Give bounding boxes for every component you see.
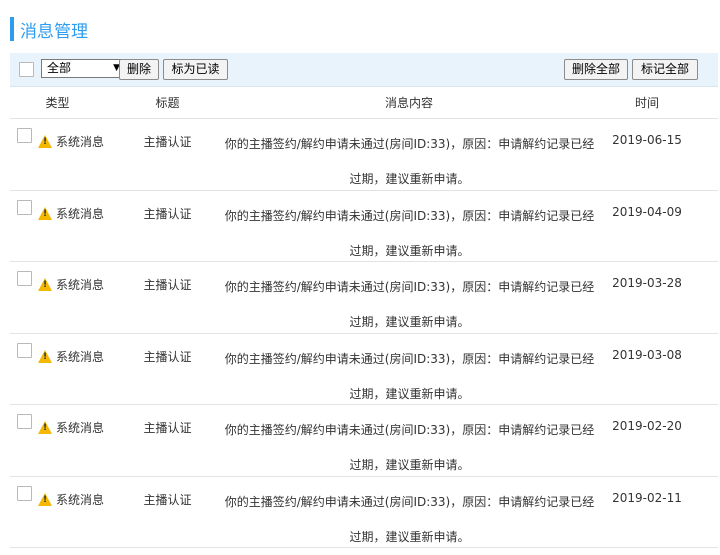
row-time: 2019-03-28: [612, 276, 682, 290]
row-time: 2019-04-09: [612, 204, 682, 219]
row-title: 主播认证: [143, 135, 192, 149]
row-type: 系统消息: [56, 206, 105, 221]
column-header-time: 时间: [634, 96, 659, 110]
filter-select-value: 全部: [47, 61, 72, 75]
table-row: ! 系统消息 主播认证 你的主播签约/解约申请未通过(房间ID:33)，原因：申…: [10, 334, 718, 405]
filter-select[interactable]: 全部 ▼: [41, 59, 125, 78]
delete-all-button[interactable]: 删除全部: [564, 59, 628, 80]
row-type: 系统消息: [56, 278, 105, 292]
warning-icon: !: [38, 421, 52, 434]
row-checkbox[interactable]: [17, 414, 32, 429]
row-title: 主播认证: [143, 421, 192, 435]
row-content: 你的主播签约/解约申请未通过(房间ID:33)，原因：申请解约记录已经过期，建议…: [224, 280, 595, 329]
title-accent-bar: [10, 17, 14, 41]
table-header: 类型 标题 消息内容 时间: [10, 87, 718, 119]
message-list: ! 系统消息 主播认证 你的主播签约/解约申请未通过(房间ID:33)，原因：申…: [10, 119, 718, 548]
table-row: ! 系统消息 主播认证 你的主播签约/解约申请未通过(房间ID:33)，原因：申…: [10, 262, 718, 334]
row-checkbox[interactable]: [17, 485, 32, 501]
row-type: 系统消息: [56, 492, 105, 507]
row-content: 你的主播签约/解约申请未通过(房间ID:33)，原因：申请解约记录已经过期，建议…: [224, 494, 595, 544]
row-content: 你的主播签约/解约申请未通过(房间ID:33)，原因：申请解约记录已经过期，建议…: [224, 208, 595, 258]
column-header-type: 类型: [45, 96, 70, 110]
row-time: 2019-03-08: [612, 347, 682, 362]
row-type: 系统消息: [56, 349, 105, 364]
warning-icon: !: [38, 492, 52, 506]
row-checkbox[interactable]: [17, 199, 32, 215]
column-header-content: 消息内容: [384, 96, 433, 110]
row-title: 主播认证: [143, 278, 192, 292]
row-time: 2019-02-11: [612, 490, 682, 505]
row-checkbox[interactable]: [17, 271, 32, 286]
warning-icon: !: [38, 206, 52, 220]
row-time: 2019-06-15: [612, 133, 682, 147]
table-row: ! 系统消息 主播认证 你的主播签约/解约申请未通过(房间ID:33)，原因：申…: [10, 191, 718, 262]
row-title: 主播认证: [143, 206, 192, 221]
column-header-title: 标题: [155, 96, 180, 110]
row-checkbox[interactable]: [17, 342, 32, 358]
row-checkbox[interactable]: [17, 128, 32, 143]
warning-icon: !: [38, 278, 52, 291]
table-row: ! 系统消息 主播认证 你的主播签约/解约申请未通过(房间ID:33)，原因：申…: [10, 119, 718, 191]
toolbar: 全部 ▼ 删除 标为已读 删除全部 标记全部: [10, 53, 718, 87]
select-all-checkbox[interactable]: [19, 62, 34, 77]
table-row: ! 系统消息 主播认证 你的主播签约/解约申请未通过(房间ID:33)，原因：申…: [10, 405, 718, 477]
page-header: 消息管理: [10, 17, 88, 42]
row-title: 主播认证: [143, 349, 192, 364]
delete-button[interactable]: 删除: [119, 59, 159, 80]
row-content: 你的主播签约/解约申请未通过(房间ID:33)，原因：申请解约记录已经过期，建议…: [224, 351, 595, 401]
row-title: 主播认证: [143, 492, 192, 507]
page-title: 消息管理: [20, 21, 88, 42]
mark-all-button[interactable]: 标记全部: [632, 59, 698, 80]
warning-icon: !: [38, 135, 52, 148]
row-content: 你的主播签约/解约申请未通过(房间ID:33)，原因：申请解约记录已经过期，建议…: [224, 137, 595, 186]
row-content: 你的主播签约/解约申请未通过(房间ID:33)，原因：申请解约记录已经过期，建议…: [224, 423, 595, 472]
table-row: ! 系统消息 主播认证 你的主播签约/解约申请未通过(房间ID:33)，原因：申…: [10, 477, 718, 548]
mark-read-button[interactable]: 标为已读: [163, 59, 228, 80]
row-time: 2019-02-20: [612, 419, 682, 433]
row-type: 系统消息: [56, 135, 105, 149]
row-type: 系统消息: [56, 421, 105, 435]
warning-icon: !: [38, 349, 52, 363]
